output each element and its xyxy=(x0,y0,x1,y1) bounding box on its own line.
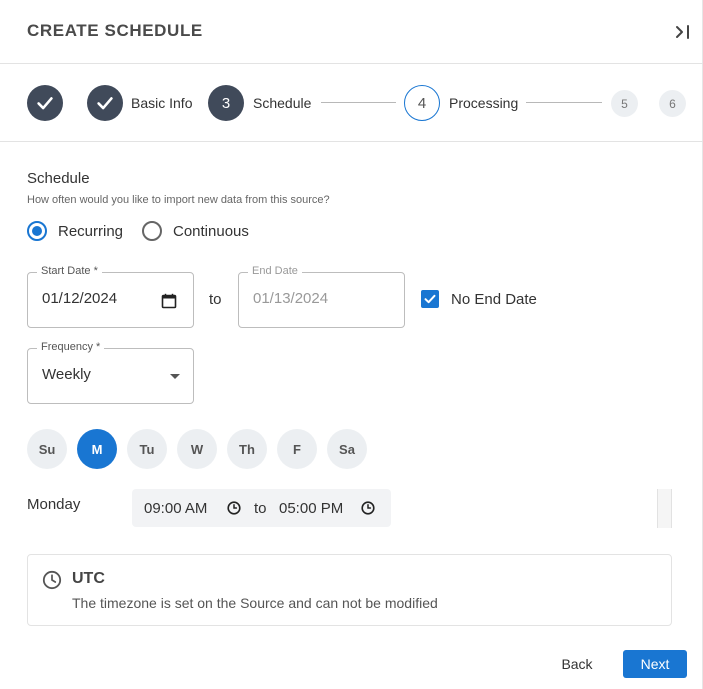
chevron-down-icon[interactable] xyxy=(170,374,180,379)
step-3-active[interactable]: 3 xyxy=(208,85,244,121)
step-4-label: Processing xyxy=(449,95,519,111)
end-time-value[interactable]: 05:00 PM xyxy=(279,500,343,517)
frequency-value: Weekly xyxy=(42,366,91,383)
end-date-field[interactable]: End Date 01/13/2024 xyxy=(238,265,405,328)
continuous-radio[interactable]: Continuous xyxy=(142,221,249,241)
frequency-label: Frequency * xyxy=(37,341,105,353)
checkmark-icon xyxy=(37,97,53,110)
step-connector xyxy=(526,102,602,103)
no-end-date-label: No End Date xyxy=(451,290,537,308)
section-subtitle: How often would you like to import new d… xyxy=(27,194,330,206)
day-picker: Su M Tu W Th F Sa xyxy=(27,429,377,469)
step-1-complete[interactable] xyxy=(27,85,63,121)
step-connector xyxy=(321,102,396,103)
start-date-field[interactable]: Start Date * 01/12/2024 xyxy=(27,265,194,328)
checkmark-icon xyxy=(97,97,113,110)
panel-header: CREATE SCHEDULE xyxy=(0,0,703,64)
no-end-date-checkbox[interactable]: No End Date xyxy=(421,290,537,308)
checkbox-checked-icon xyxy=(421,290,439,308)
timezone-name: UTC xyxy=(72,570,105,587)
clock-icon xyxy=(42,570,62,590)
frequency-select[interactable]: Frequency * Weekly xyxy=(27,341,194,404)
collapse-right-icon[interactable] xyxy=(671,20,695,44)
next-button[interactable]: Next xyxy=(623,650,687,678)
radio-checked-icon xyxy=(27,221,47,241)
date-range-to: to xyxy=(209,291,222,308)
day-friday[interactable]: F xyxy=(277,429,317,469)
time-range-input: 09:00 AM to 05:00 PM xyxy=(132,489,391,527)
stepper: Basic Info 3 Schedule 4 Processing 5 6 xyxy=(0,64,703,142)
continuous-label: Continuous xyxy=(173,222,249,240)
step-3-label: Schedule xyxy=(253,95,312,111)
create-schedule-panel: CREATE SCHEDULE Basic Info 3 Schedule 4 … xyxy=(0,0,703,689)
step-2-complete[interactable] xyxy=(87,85,123,121)
step-6-upcoming[interactable]: 6 xyxy=(659,90,686,117)
start-date-value[interactable]: 01/12/2024 xyxy=(42,290,117,307)
clock-icon[interactable] xyxy=(361,501,375,515)
start-time-value[interactable]: 09:00 AM xyxy=(144,500,207,517)
panel-title: CREATE SCHEDULE xyxy=(27,21,203,40)
day-tuesday[interactable]: Tu xyxy=(127,429,167,469)
start-date-label: Start Date * xyxy=(37,265,102,277)
step-5-upcoming[interactable]: 5 xyxy=(611,90,638,117)
step-4-upcoming[interactable]: 4 xyxy=(404,85,440,121)
calendar-icon[interactable] xyxy=(161,293,177,309)
recurring-radio[interactable]: Recurring xyxy=(27,221,123,241)
day-monday[interactable]: M xyxy=(77,429,117,469)
end-date-label: End Date xyxy=(248,265,302,277)
back-button[interactable]: Back xyxy=(549,650,605,678)
day-wednesday[interactable]: W xyxy=(177,429,217,469)
day-sunday[interactable]: Su xyxy=(27,429,67,469)
end-date-value[interactable]: 01/13/2024 xyxy=(253,290,328,307)
scrollbar[interactable] xyxy=(657,489,672,528)
day-thursday[interactable]: Th xyxy=(227,429,267,469)
timezone-card: UTC The timezone is set on the Source an… xyxy=(27,554,672,626)
day-saturday[interactable]: Sa xyxy=(327,429,367,469)
step-2-label: Basic Info xyxy=(131,95,193,111)
section-title: Schedule xyxy=(27,170,90,187)
clock-icon[interactable] xyxy=(227,501,241,515)
time-row-day: Monday xyxy=(27,496,81,513)
time-range-to: to xyxy=(254,500,267,517)
recurring-label: Recurring xyxy=(58,222,124,240)
timezone-message: The timezone is set on the Source and ca… xyxy=(72,595,438,611)
radio-unchecked-icon xyxy=(142,221,162,241)
